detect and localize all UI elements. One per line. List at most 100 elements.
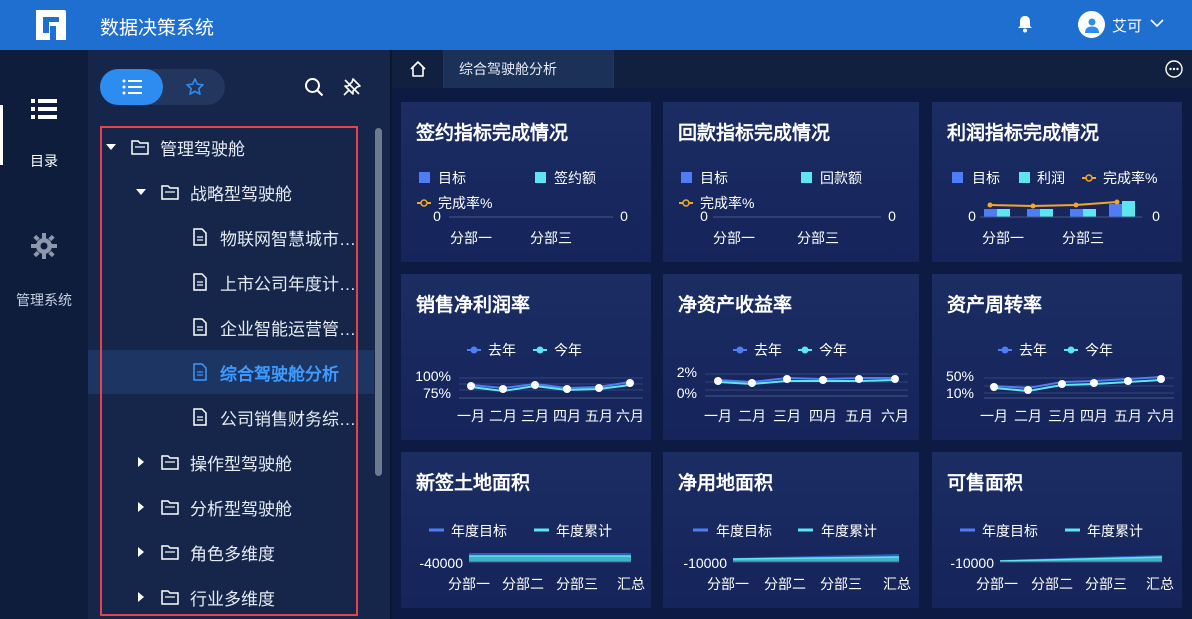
- tree-item-analysis[interactable]: 分析型驾驶舱: [134, 488, 292, 526]
- chart-collection: 目标 回款额 完成率% 0 0 分部一 分部三: [679, 170, 896, 246]
- profit-bars: [984, 201, 1135, 217]
- gear-icon[interactable]: [31, 233, 57, 259]
- unpin-icon[interactable]: [342, 77, 362, 97]
- search-icon[interactable]: [304, 77, 324, 97]
- card-net-margin[interactable]: 销售净利润率 去年 今年 100% 75% 一月 二月 三月 四月 五月 六月: [401, 274, 651, 440]
- card-profit[interactable]: 利润指标完成情况 目标 利润 完成率% 0 0 分部一 分部三: [932, 102, 1182, 262]
- x-tick-3: 分部三: [1085, 576, 1127, 592]
- area-cumulative: [469, 556, 631, 562]
- point-5: [1124, 377, 1132, 385]
- point-2: [1024, 386, 1032, 394]
- legend-rate: 完成率%: [1103, 170, 1157, 186]
- legend-collect: 回款额: [820, 170, 862, 186]
- more-options-icon[interactable]: [1165, 60, 1183, 78]
- point-4: [563, 385, 571, 393]
- x-ticks: 一月 二月 三月 四月 五月 六月: [457, 408, 644, 424]
- tree-item-doc3[interactable]: 企业智能运营管…: [190, 308, 356, 346]
- caret-right-icon: [138, 457, 144, 467]
- tree-label: 上市公司年度计…: [220, 274, 356, 294]
- legend-thisyear: 今年: [554, 342, 582, 358]
- tree-item-doc2[interactable]: 上市公司年度计…: [190, 263, 356, 301]
- tree-item-op[interactable]: 操作型驾驶舱: [134, 443, 292, 481]
- legend-thisyear: 今年: [1085, 342, 1113, 358]
- document-icon: [193, 408, 207, 426]
- caret-right-icon: [138, 592, 144, 602]
- legend-swatch-target: [419, 172, 430, 183]
- star-icon: [186, 78, 204, 95]
- legend-rate: 完成率%: [438, 195, 492, 211]
- card-net-land[interactable]: 净用地面积 年度目标 年度累计 -10000 分部一 分部二 分部三 汇总: [663, 452, 919, 608]
- x-tick-4: 四月: [553, 408, 581, 424]
- tree-label: 分析型驾驶舱: [190, 499, 292, 519]
- y-tick-2: 10%: [946, 385, 974, 401]
- tree-label: 操作型驾驶舱: [190, 454, 292, 474]
- card-roe[interactable]: 净资产收益率 去年 今年 2% 0% 一月 二月 三月 四月 五月 六月: [663, 274, 919, 440]
- x-tick-2: 分部二: [764, 576, 806, 592]
- bell-icon[interactable]: [1015, 14, 1035, 34]
- tab-favorites[interactable]: [175, 69, 215, 105]
- card-asset-turnover[interactable]: 资产周转率 去年 今年 50% 10% 一月 二月 三月 四月 五月 六月: [932, 274, 1182, 440]
- y-tick-2: 75%: [423, 385, 451, 401]
- tree-item-doc4-selected[interactable]: 综合驾驶舱分析: [190, 353, 339, 391]
- card-signing[interactable]: 签约指标完成情况 目标 签约额 完成率% 0 0 分部一 分部三: [401, 102, 651, 262]
- tree-item-root[interactable]: 管理驾驶舱: [104, 128, 245, 166]
- legend-dot-rate: [420, 199, 428, 207]
- rate-point-3: [1073, 202, 1079, 208]
- card-new-land[interactable]: 新签土地面积 年度目标 年度累计 -40000 分部一 分部二 分部三 汇总: [401, 452, 651, 608]
- x-ticks: 分部一 分部二 分部三 汇总: [707, 576, 911, 592]
- caret-down-icon: [106, 144, 116, 150]
- folder-icon: [161, 545, 179, 560]
- y-tick-1: 100%: [415, 368, 451, 384]
- tab-list-view[interactable]: [100, 69, 163, 105]
- chevron-down-icon[interactable]: [1150, 18, 1164, 28]
- legend-swatch-collect: [801, 172, 812, 183]
- chart-new-land: 年度目标 年度累计 -40000 分部一 分部二 分部三 汇总: [419, 523, 645, 592]
- chart-roe: 去年 今年 2% 0% 一月 二月 三月 四月 五月 六月: [677, 342, 909, 424]
- folder-icon: [161, 455, 179, 470]
- legend-cumulative: 年度累计: [821, 523, 877, 539]
- x-tick-3: 三月: [521, 408, 549, 424]
- tree-item-role[interactable]: 角色多维度: [134, 533, 275, 571]
- x-ticks: 一月 二月 三月 四月 五月 六月: [980, 408, 1175, 424]
- bar-target-1: [984, 209, 997, 217]
- tree-label: 综合驾驶舱分析: [220, 364, 339, 384]
- folder-icon: [131, 140, 149, 155]
- tree-item-strategy[interactable]: 战略型驾驶舱: [134, 173, 292, 211]
- list-icon[interactable]: [31, 98, 57, 120]
- x-tick-1: 一月: [980, 408, 1008, 424]
- tree-item-industry[interactable]: 行业多维度: [134, 578, 275, 616]
- rate-point-4: [1114, 199, 1120, 205]
- user-icon: [1084, 18, 1099, 33]
- nav-catalog[interactable]: 目录: [0, 151, 88, 171]
- chart-saleable-area: 年度目标 年度累计 -10000 分部一 分部二 分部三 汇总: [950, 523, 1174, 592]
- x-tick-6: 六月: [616, 408, 644, 424]
- legend-dot-thisyear: [801, 346, 809, 354]
- nav-admin[interactable]: 管理系统: [0, 290, 88, 310]
- legend-cumulative: 年度累计: [556, 523, 612, 539]
- legend-target: 目标: [972, 170, 1000, 186]
- card-collection[interactable]: 回款指标完成情况 目标 回款额 完成率% 0 0 分部一 分部三: [663, 102, 919, 262]
- x-ticks: 一月 二月 三月 四月 五月 六月: [704, 408, 909, 424]
- legend-dot-lastyear: [736, 346, 744, 354]
- legend-swatch-profit: [1019, 172, 1030, 183]
- x-tick-3: 三月: [773, 408, 801, 424]
- x-tick-5: 五月: [585, 408, 613, 424]
- legend-swatch-target: [952, 172, 963, 183]
- tree-item-doc5[interactable]: 公司销售财务综…: [190, 398, 356, 436]
- sidebar-scrollbar[interactable]: [375, 128, 382, 476]
- home-tab[interactable]: [392, 50, 444, 88]
- x-tick-2: 分部二: [502, 576, 544, 592]
- tree-label: 物联网智慧城市…: [220, 229, 356, 249]
- avatar[interactable]: [1078, 11, 1105, 38]
- tab-dashboard-analysis[interactable]: 综合驾驶舱分析: [444, 50, 614, 88]
- x-tick-3: 分部三: [556, 576, 598, 592]
- legend-target: 年度目标: [982, 523, 1038, 539]
- tree-item-doc1[interactable]: 物联网智慧城市…: [190, 218, 356, 256]
- y-right-tick: 0: [620, 208, 628, 224]
- x-tick-1: 一月: [457, 408, 485, 424]
- username[interactable]: 艾可: [1112, 15, 1142, 36]
- card-saleable-area[interactable]: 可售面积 年度目标 年度累计 -10000 分部一 分部二 分部三 汇总: [932, 452, 1182, 608]
- legend-lastyear: 去年: [1019, 342, 1047, 358]
- x-tick-5: 五月: [845, 408, 873, 424]
- app-logo-icon[interactable]: [32, 8, 68, 42]
